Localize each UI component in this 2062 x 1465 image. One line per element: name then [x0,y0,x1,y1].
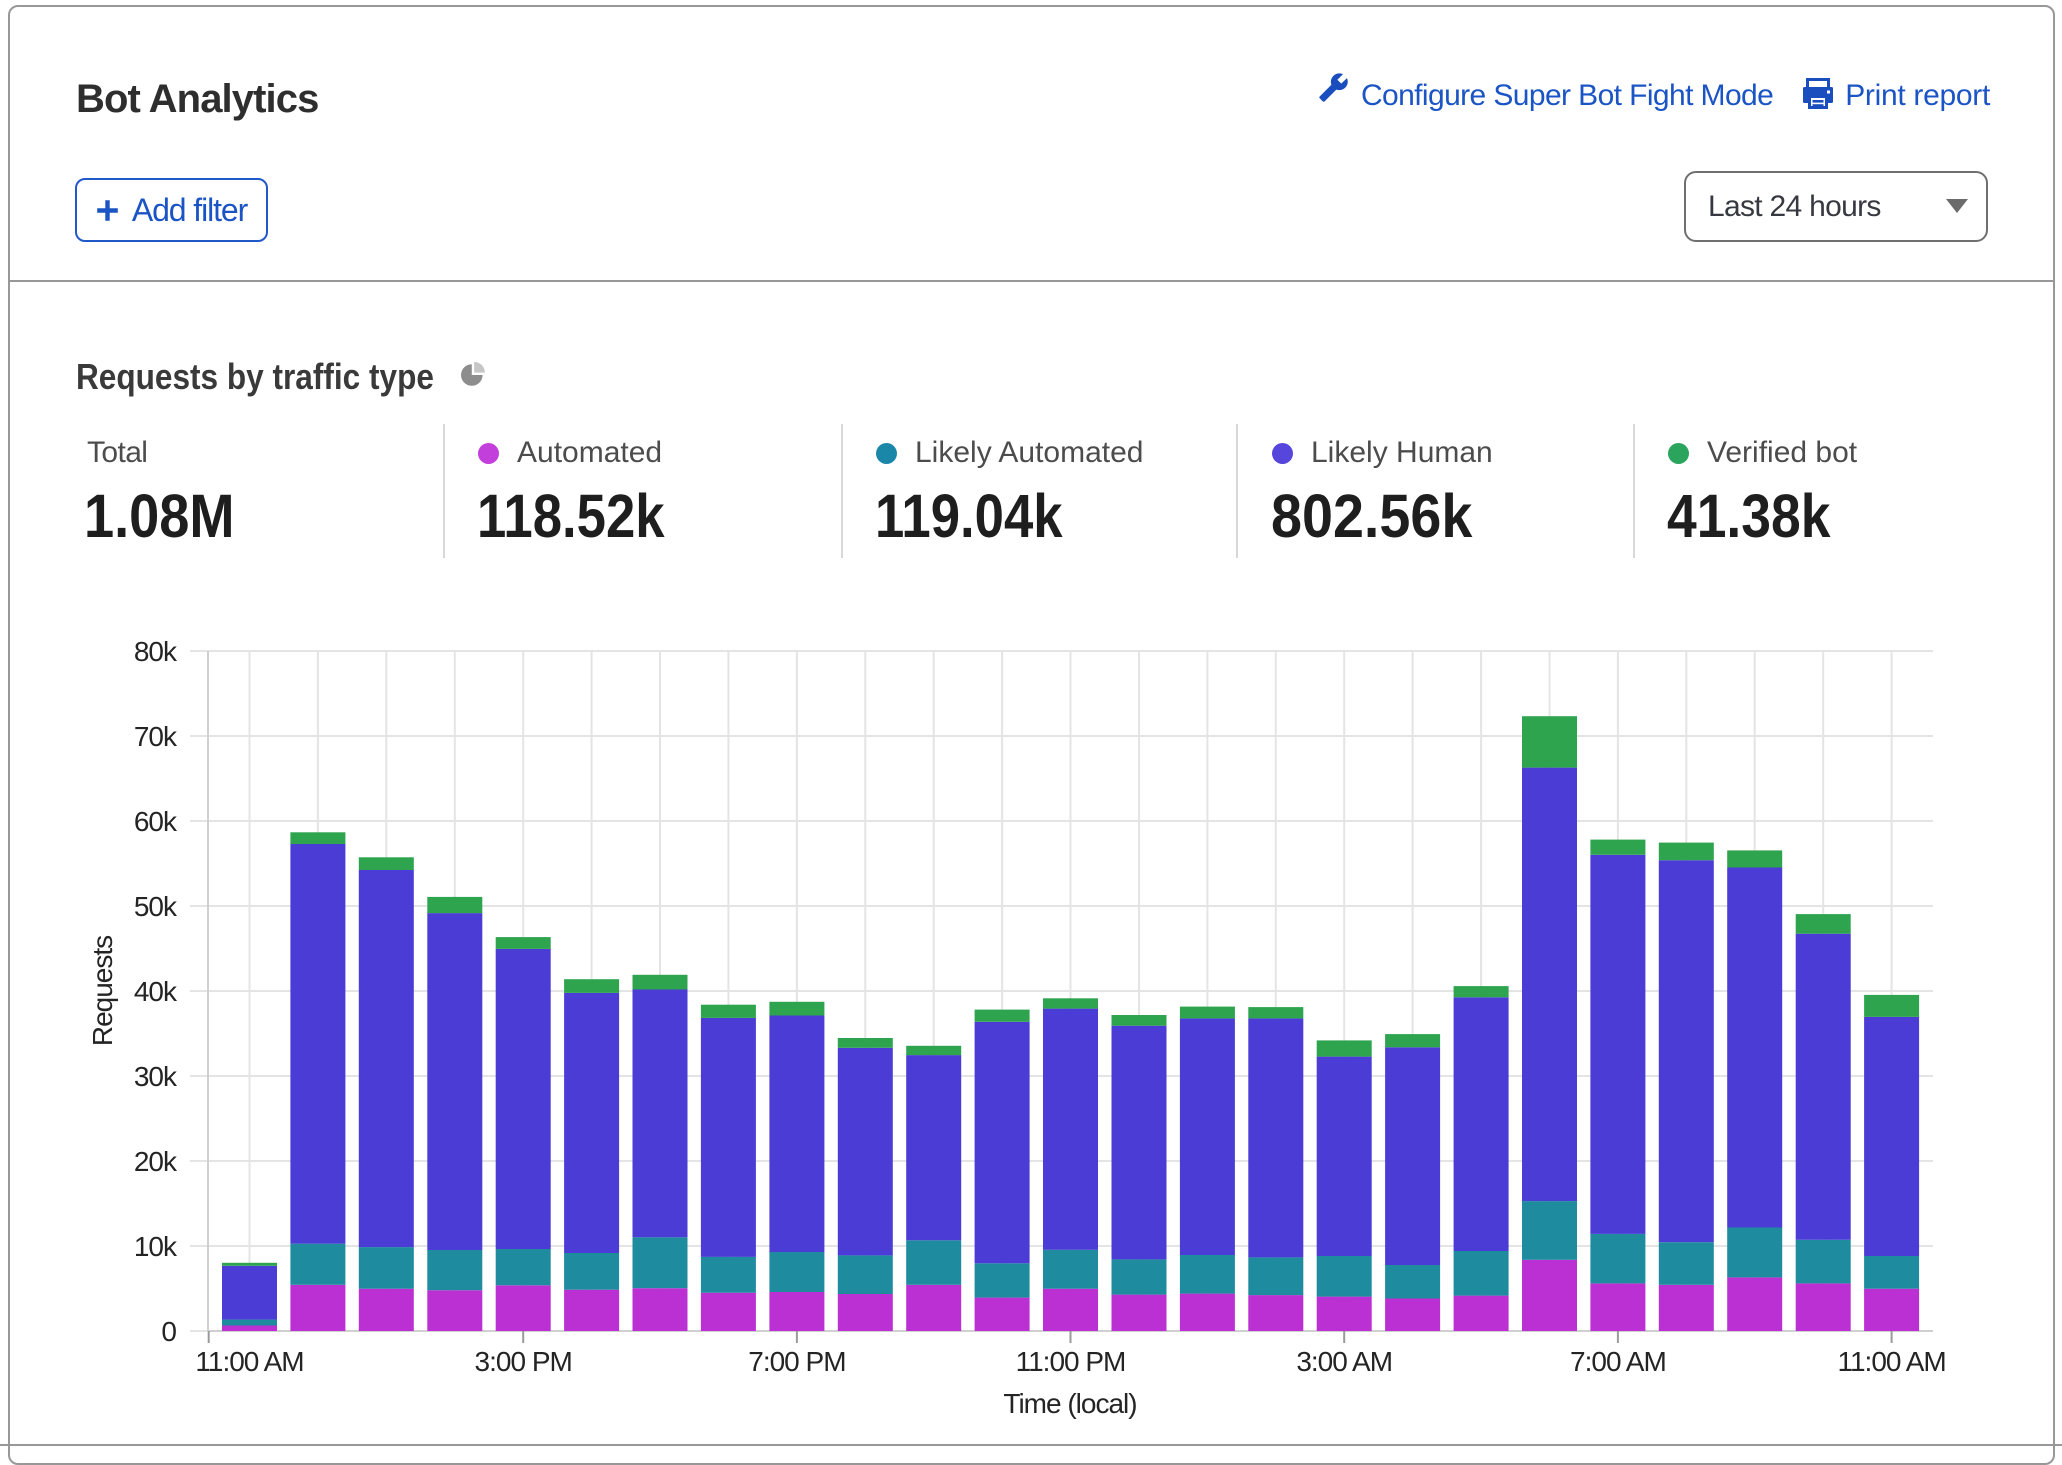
svg-text:30k: 30k [134,1061,178,1092]
svg-text:10k: 10k [134,1231,178,1262]
svg-text:0: 0 [161,1316,176,1347]
svg-text:3:00 PM: 3:00 PM [475,1346,572,1377]
svg-text:Requests: Requests [87,936,118,1046]
svg-text:Time (local): Time (local) [1003,1388,1136,1419]
svg-text:11:00 AM: 11:00 AM [1837,1346,1945,1377]
svg-text:7:00 AM: 7:00 AM [1570,1346,1666,1377]
svg-text:7:00 PM: 7:00 PM [748,1346,845,1377]
svg-text:70k: 70k [134,721,178,752]
svg-text:11:00 PM: 11:00 PM [1016,1346,1126,1377]
svg-text:11:00 AM: 11:00 AM [195,1346,303,1377]
svg-text:3:00 AM: 3:00 AM [1296,1346,1392,1377]
svg-text:60k: 60k [134,806,178,837]
svg-text:50k: 50k [134,891,178,922]
svg-text:20k: 20k [134,1146,178,1177]
svg-text:40k: 40k [134,976,178,1007]
svg-text:80k: 80k [134,636,178,667]
